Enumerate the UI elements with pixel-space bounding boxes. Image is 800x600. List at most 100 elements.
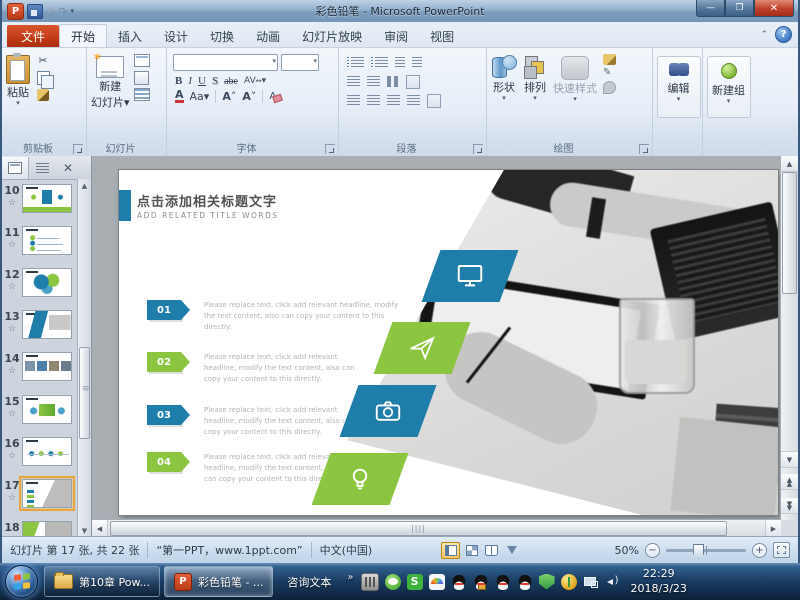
clear-formatting-icon[interactable]: A [269,91,276,102]
align-left-icon[interactable] [347,95,360,106]
undo-icon[interactable]: ↶ [46,6,55,17]
minimize-button[interactable]: — [696,0,725,17]
numbering-icon[interactable] [375,57,388,68]
font-name-combobox[interactable] [173,54,278,71]
gold-ball-icon[interactable] [561,574,577,590]
item-text-02[interactable]: Please replace text, click add relevant … [204,352,372,385]
font-dialog-launcher[interactable] [325,144,335,154]
slide-thumbnail-18[interactable]: 18☆ [2,521,78,537]
smartart-convert-icon[interactable] [427,94,441,108]
shape-effects-icon[interactable] [603,81,616,94]
shape-outline-icon[interactable]: ✎ [603,68,616,78]
zoom-level[interactable]: 50% [615,544,639,557]
tab-transitions[interactable]: 切换 [199,25,245,47]
slide-thumbnail-11[interactable]: 11☆ [2,226,78,266]
next-slide-button[interactable]: ▼▼ [781,498,798,514]
qq-icon-1[interactable] [451,574,467,590]
tab-slideshow[interactable]: 幻灯片放映 [291,25,373,47]
slide-thumbnail-10[interactable]: 10☆ [2,184,78,224]
qq-icon-3[interactable] [495,574,511,590]
slide-title[interactable]: 点击添加相关标题文字 [137,191,277,210]
taskbar-clock[interactable]: 22:29 2018/3/23 [631,567,687,597]
previous-slide-button[interactable]: ▲▲ [781,474,798,490]
taskbar-button-folder[interactable]: 第10章 Pow... [44,566,160,597]
align-center-icon[interactable] [367,95,380,106]
zoom-slider-thumb[interactable] [693,544,704,559]
tab-design[interactable]: 设计 [153,25,199,47]
slide-thumbnail-13[interactable]: 13☆ [2,310,78,350]
network-icon[interactable] [583,574,599,590]
tab-outline[interactable] [29,157,55,179]
new-slide-button[interactable]: 新建 幻灯片▾ [91,52,130,110]
close-button[interactable]: ✕ [754,0,794,17]
text-shadow-button[interactable]: S [212,75,218,87]
shrink-font-button[interactable]: A˅ [242,90,256,103]
horizontal-scrollbar-thumb[interactable] [110,521,727,536]
fit-to-window-button[interactable] [773,542,790,558]
edit-button[interactable]: 编辑 [657,56,701,118]
character-spacing-button[interactable]: AV↔▾ [244,76,266,86]
slide-sorter-view-button[interactable] [463,543,480,558]
drawing-dialog-launcher[interactable] [639,144,649,154]
tab-animations[interactable]: 动画 [245,25,291,47]
slide-thumbnail-12[interactable]: 12☆ [2,268,78,308]
tab-file[interactable]: 文件 [7,25,59,47]
increase-indent-icon[interactable] [367,76,380,87]
tab-slides-thumbnails[interactable] [2,157,29,179]
panel-close-icon[interactable]: ✕ [63,161,73,175]
item-tag-02[interactable]: 02 [147,352,181,372]
font-size-combobox[interactable] [281,54,319,71]
volume-icon[interactable] [605,574,621,590]
scroll-up-icon[interactable]: ▲ [781,156,798,172]
reading-view-button[interactable] [483,543,500,558]
paragraph-dialog-launcher[interactable] [473,144,483,154]
slide-thumbnail-15[interactable]: 15☆ [2,395,78,435]
item-tag-03[interactable]: 03 [147,405,181,425]
shapes-button[interactable]: 形状 [491,52,517,101]
restore-button[interactable]: ❐ [725,0,754,17]
wechat-icon[interactable] [385,574,401,590]
bullets-icon[interactable] [351,57,364,68]
slide-thumbnail-16[interactable]: 16☆ [2,437,78,477]
strikethrough-button[interactable]: abe [224,76,238,87]
input-keyboard-icon[interactable] [361,573,379,591]
scrollbar-thumb[interactable] [79,347,90,439]
slide-subtitle[interactable]: ADD RELATED TITLE WORDS [137,211,279,220]
save-icon[interactable] [27,4,43,19]
paste-button[interactable]: 粘贴 [6,52,30,106]
align-right-icon[interactable] [387,95,400,106]
line-spacing-icon[interactable] [395,57,405,68]
rainbow-app-icon[interactable] [429,574,445,590]
slide-thumbnail-17-selected[interactable]: 17☆ [2,479,78,519]
sogou-icon[interactable] [407,574,423,590]
help-icon[interactable]: ? [775,26,792,43]
zoom-slider[interactable] [666,549,746,552]
item-text-01[interactable]: Please replace text, click add relevant … [204,300,404,333]
reset-slide-icon[interactable] [133,69,151,86]
taskbar-button-text-window[interactable]: 咨询文本 [277,566,341,597]
slide-canvas[interactable]: 点击添加相关标题文字 ADD RELATED TITLE WORDS 01 Pl… [119,170,778,515]
cut-icon[interactable]: ✂ [34,52,52,69]
format-painter-icon[interactable] [34,86,52,103]
start-button[interactable] [5,565,38,598]
scroll-up-icon[interactable]: ▲ [78,179,91,192]
item-tag-04[interactable]: 04 [147,452,181,472]
italic-button[interactable]: I [188,75,192,87]
normal-view-button[interactable] [441,542,460,559]
horizontal-scrollbar[interactable]: ◀ ▶ [92,519,781,537]
item-tag-01[interactable]: 01 [147,300,181,320]
tab-view[interactable]: 视图 [419,25,465,47]
slideshow-view-button[interactable] [503,543,520,558]
clipboard-dialog-launcher[interactable] [73,144,83,154]
slide-layout-icon[interactable] [133,52,151,69]
underline-button[interactable]: U [198,75,206,87]
tab-review[interactable]: 审阅 [373,25,419,47]
zoom-in-button[interactable]: + [752,543,767,558]
grow-font-button[interactable]: A˄ [222,90,236,103]
vertical-scrollbar[interactable]: ▲ ▼ ▲▲ ▼▼ [780,156,798,520]
tray-overflow-icon[interactable]: » [347,572,353,583]
decrease-indent-icon[interactable] [347,76,360,87]
qat-dropdown-icon[interactable]: ▾ [70,7,74,15]
tab-insert[interactable]: 插入 [107,25,153,47]
vertical-scrollbar-thumb[interactable] [782,172,797,294]
